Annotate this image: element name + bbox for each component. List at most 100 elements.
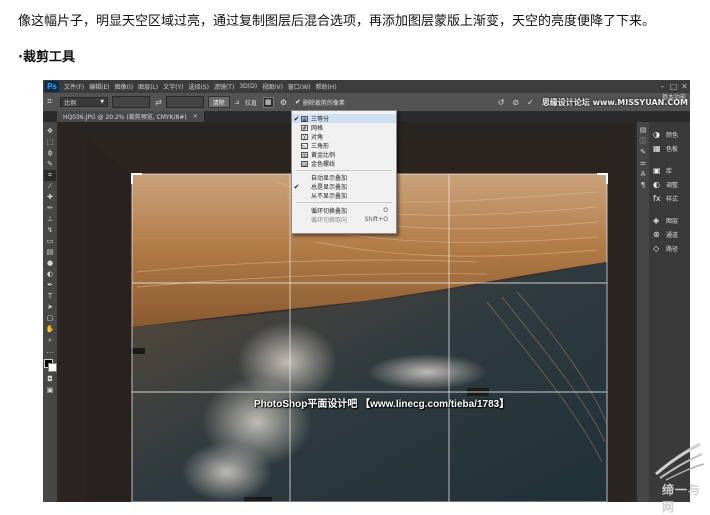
workspace-select[interactable]: 基本功能 [662,92,686,101]
panel-styles[interactable]: fx 样式 [653,194,678,203]
chevron-down-icon: ▼ [100,99,105,105]
paragraph-panel-icon[interactable]: ¶ [641,180,645,191]
menu-item-grid[interactable]: # 网格 [292,123,396,132]
paths-icon: ◇ [653,244,660,253]
clear-button[interactable]: 清除 [207,96,230,108]
menu-item-rule-of-thirds[interactable]: ✔ ▦ 三等分 [292,114,396,123]
info-panel-icon[interactable]: ⓘ [640,136,647,147]
adjustments-icon: ◐ [653,180,660,189]
menu-item-auto-show-overlay[interactable]: 自动显示叠加 [292,173,396,182]
corner-logo-text: 缔一与网 [662,483,702,514]
history-panel-icon[interactable]: ▤ [640,125,647,136]
crop-tool-icon[interactable]: ⌗ [44,170,56,181]
healing-tool-icon[interactable]: ✚ [47,192,53,203]
triangle-icon: ◺ [301,142,308,150]
grid-icon: # [301,124,308,132]
cancel-icon[interactable]: ⊘ [512,98,519,107]
menu-item-never-show-overlay[interactable]: 从不显示叠加 [292,191,396,200]
width-field[interactable] [112,96,151,108]
overlay-options-button[interactable]: ▦ [262,96,274,108]
minimize-button[interactable]: – [657,81,668,92]
straighten-icon[interactable]: ⊿ [235,99,240,106]
delete-cropped-checkbox[interactable]: ✔ [295,98,301,106]
shape-tool-icon[interactable]: ▢ [47,313,54,324]
quick-mask-icon[interactable]: ◘ [47,374,53,385]
menu-item-golden-spiral[interactable]: @ 金色螺线 [292,159,396,168]
menu-view[interactable]: 视图(V) [262,82,283,91]
menu-filter[interactable]: 滤镜(T) [214,82,234,91]
rule-of-thirds-icon: ▦ [301,115,308,123]
background-color[interactable] [48,363,57,372]
menu-separator [296,170,392,171]
quick-select-tool-icon[interactable]: ✎ [47,159,53,170]
document-tab[interactable]: HQ036.JPG @ 20.2% (裁剪预览, CMYK/8#) ✕ [57,111,205,122]
golden-ratio-icon: ▥ [301,151,308,159]
crop-icon[interactable]: ⌗ [47,97,52,107]
window-controls: – □ ✕ [657,81,690,92]
menu-type[interactable]: 文字(Y) [163,82,183,91]
panel-library[interactable]: ▣ 库 [653,166,672,175]
commit-check-icon[interactable]: ✓ [527,98,534,107]
type-tool-icon[interactable]: T [48,291,52,302]
close-tab-icon[interactable]: ✕ [193,113,198,120]
brush-panel-icon[interactable]: ✎ [640,147,646,158]
menu-select[interactable]: 选择(S) [188,82,209,91]
swatches-icon: ▦ [653,144,661,153]
marquee-tool-icon[interactable]: ⬚ [47,137,54,148]
swap-icon[interactable]: ⇄ [155,98,162,107]
menu-file[interactable]: 文件(F) [64,82,84,91]
check-icon: ✔ [293,182,300,191]
close-button[interactable]: ✕ [679,81,690,92]
panel-paths[interactable]: ◇ 路径 [653,244,678,253]
menu-item-cycle-overlay[interactable]: 循环切换叠加 O [292,206,396,215]
straighten-label[interactable]: 拉直 [245,98,257,107]
stamp-tool-icon[interactable]: ⊥ [47,214,53,225]
panel-swatches[interactable]: ▦ 色板 [653,144,678,153]
eyedropper-tool-icon[interactable]: ⁄ [49,181,50,192]
menu-item-golden-ratio[interactable]: ▥ 黄金比例 [292,150,396,159]
character-panel-icon[interactable]: A [641,169,646,180]
ratio-select[interactable]: 比例 ▼ [60,97,109,107]
height-field[interactable] [165,96,204,108]
menu-item-diagonal[interactable]: ╳ 对角 [292,132,396,141]
zoom-tool-icon[interactable]: ⌕ [48,335,52,346]
menu-edit[interactable]: 编辑(E) [89,82,109,91]
reset-icon[interactable]: ↺ [498,98,505,107]
hand-tool-icon[interactable]: ✋ [46,324,55,335]
gear-icon[interactable]: ⚙ [280,98,287,107]
panel-channels[interactable]: ⊛ 通道 [653,230,678,239]
panel-adjustments[interactable]: ◐ 调整 [653,180,678,189]
eraser-tool-icon[interactable]: ▭ [47,236,54,247]
menu-bar: Ps 文件(F) 编辑(E) 图像(I) 图层(L) 文字(Y) 选择(S) 滤… [43,80,690,93]
pen-tool-icon[interactable]: ✒ [47,280,53,291]
menu-help[interactable]: 帮助(H) [316,82,337,91]
dodge-tool-icon[interactable]: ◐ [47,269,53,280]
corner-logo: 缔一与网 [648,434,708,514]
maximize-button[interactable]: □ [668,81,679,92]
menu-item-cycle-orientation: 循环切换取向 Shift+O [311,216,388,224]
footer-watermark: PhotoShop平面设计吧 【www.linecg.com/tieba/178… [254,399,510,410]
menu-image[interactable]: 图像(I) [115,82,133,91]
menu-window[interactable]: 窗口(W) [288,82,311,91]
check-icon: ✔ [293,114,300,123]
history-brush-icon[interactable]: ↯ [47,225,53,236]
color-swatches[interactable] [44,359,57,372]
screen-mode-icon[interactable]: ▣ [47,385,54,396]
gradient-tool-icon[interactable]: ▤ [47,247,54,258]
path-select-tool-icon[interactable]: ➤ [47,302,53,313]
menu-3d[interactable]: 3D(D) [239,83,257,90]
menu-item-always-show-overlay[interactable]: ✔ 总是显示叠加 [292,182,396,192]
shortcut-label: Shift+O [364,216,388,223]
panel-color[interactable]: ◑ 颜色 [653,130,678,139]
menu-item-triangle[interactable]: ◺ 三角形 [292,141,396,150]
panel-layers[interactable]: ◈ 图层 [653,216,678,225]
lasso-tool-icon[interactable]: ϕ [48,148,53,159]
ps-logo: Ps [45,81,59,92]
properties-panel-icon[interactable]: ⚌ [640,158,646,169]
channels-icon: ⊛ [653,230,660,239]
more-tools-icon[interactable]: … [47,346,54,357]
blur-tool-icon[interactable]: ● [47,258,53,269]
brush-tool-icon[interactable]: ✏ [47,203,53,214]
move-tool-icon[interactable]: ✥ [47,126,53,137]
menu-layer[interactable]: 图层(L) [138,82,158,91]
